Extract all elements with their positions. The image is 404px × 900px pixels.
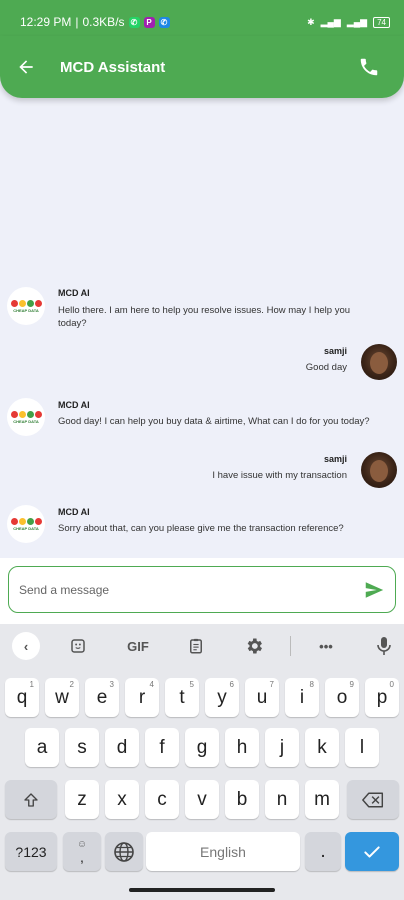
bot-logo-text: CHEAP DATA [13, 307, 39, 313]
home-indicator[interactable] [129, 888, 275, 892]
bot-logo-text: CHEAP DATA [13, 418, 39, 424]
key-m[interactable]: m [305, 780, 339, 819]
key-q[interactable]: q1 [5, 678, 39, 717]
message-input-box [8, 566, 396, 613]
clipboard-icon[interactable] [182, 632, 210, 660]
message-bot-2: CHEAP DATA MCD AI Good day! I can help y… [0, 398, 404, 438]
key-l[interactable]: l [345, 728, 379, 767]
status-time: 12:29 PM [20, 15, 72, 29]
key-k[interactable]: k [305, 728, 339, 767]
message-sender: samji [323, 454, 347, 464]
bot-avatar: CHEAP DATA [7, 505, 45, 543]
key-y[interactable]: y6 [205, 678, 239, 717]
battery-icon: 74 [373, 16, 390, 28]
space-key[interactable]: English [146, 832, 300, 871]
key-w[interactable]: w2 [45, 678, 79, 717]
message-sender: MCD AI [58, 507, 90, 517]
status-speed: 0.3KB/s [82, 15, 125, 29]
key-i[interactable]: i8 [285, 678, 319, 717]
sticker-icon[interactable] [64, 632, 92, 660]
keyboard-toolbar: ‹ GIF ••• [0, 624, 404, 668]
page-title: MCD Assistant [60, 58, 166, 76]
phone-app-icon: ✆ [158, 16, 170, 28]
message-text: Sorry about that, can you please give me… [58, 523, 344, 534]
gif-button[interactable]: GIF [118, 632, 158, 660]
composer [0, 558, 404, 624]
backspace-key[interactable] [347, 780, 399, 819]
keyboard: ‹ GIF ••• q1 w2 e3 r4 t5 y6 u7 i8 o9 p0 … [0, 624, 404, 900]
app-p-icon: P [143, 16, 155, 28]
key-g[interactable]: g [185, 728, 219, 767]
status-separator: | [75, 15, 79, 29]
message-text: Good day [305, 362, 347, 373]
status-left: 12:29 PM | 0.3KB/s ✆ P ✆ [20, 15, 170, 29]
key-o[interactable]: o9 [325, 678, 359, 717]
key-d[interactable]: d [105, 728, 139, 767]
key-f[interactable]: f [145, 728, 179, 767]
microphone-icon[interactable] [370, 632, 398, 660]
comma-key[interactable]: ☺ , [63, 832, 101, 871]
key-h[interactable]: h [225, 728, 259, 767]
toolbar-divider [290, 636, 291, 656]
message-user-2: samji I have issue with my transaction [0, 452, 404, 492]
shift-key[interactable] [5, 780, 57, 819]
key-s[interactable]: s [65, 728, 99, 767]
key-t[interactable]: t5 [165, 678, 199, 717]
key-x[interactable]: x [105, 780, 139, 819]
message-sender: samji [323, 346, 347, 356]
key-a[interactable]: a [25, 728, 59, 767]
phone-icon[interactable] [358, 56, 380, 78]
message-bot-3: CHEAP DATA MCD AI Sorry about that, can … [0, 505, 404, 545]
arrow-left-icon[interactable] [14, 55, 38, 79]
send-icon[interactable] [363, 579, 385, 601]
message-sender: MCD AI [58, 288, 90, 298]
message-input[interactable] [19, 582, 363, 597]
signal-icon: ▂▄▆ [320, 16, 341, 27]
enter-key[interactable] [345, 832, 399, 871]
message-text: Hello there. I am here to help you resol… [58, 305, 351, 329]
key-u[interactable]: u7 [245, 678, 279, 717]
key-z[interactable]: z [65, 780, 99, 819]
key-v[interactable]: v [185, 780, 219, 819]
message-user-1: samji Good day [0, 343, 404, 383]
collapse-toolbar-icon[interactable]: ‹ [12, 632, 40, 660]
avatar [361, 344, 397, 380]
message-sender: MCD AI [58, 400, 90, 410]
signal-icon-2: ▂▄▆ [346, 16, 368, 27]
key-p[interactable]: p0 [365, 678, 399, 717]
globe-icon[interactable] [105, 832, 143, 871]
key-j[interactable]: j [265, 728, 299, 767]
key-n[interactable]: n [265, 780, 299, 819]
period-key[interactable]: . [305, 832, 341, 871]
bluetooth-icon: ✱ [307, 16, 315, 27]
key-r[interactable]: r4 [125, 678, 159, 717]
app-bar: MCD Assistant [0, 36, 404, 98]
key-b[interactable]: b [225, 780, 259, 819]
gear-icon[interactable] [240, 632, 268, 660]
whatsapp-icon: ✆ [128, 16, 140, 28]
message-text: Good day! I can help you buy data & airt… [58, 416, 370, 427]
key-e[interactable]: e3 [85, 678, 119, 717]
bot-avatar: CHEAP DATA [7, 287, 45, 325]
emoji-hint-icon: ☺ [76, 838, 88, 850]
key-c[interactable]: c [145, 780, 179, 819]
status-right: ✱ ▂▄▆ ▂▄▆ 74 [307, 16, 390, 28]
bot-avatar: CHEAP DATA [7, 398, 45, 436]
symbols-key[interactable]: ?123 [5, 832, 57, 871]
more-icon[interactable]: ••• [312, 632, 340, 660]
bot-logo-text: CHEAP DATA [13, 525, 39, 531]
message-bot-1: CHEAP DATA MCD AI Hello there. I am here… [0, 285, 404, 335]
avatar [361, 452, 397, 488]
message-text: I have issue with my transaction [212, 470, 347, 481]
